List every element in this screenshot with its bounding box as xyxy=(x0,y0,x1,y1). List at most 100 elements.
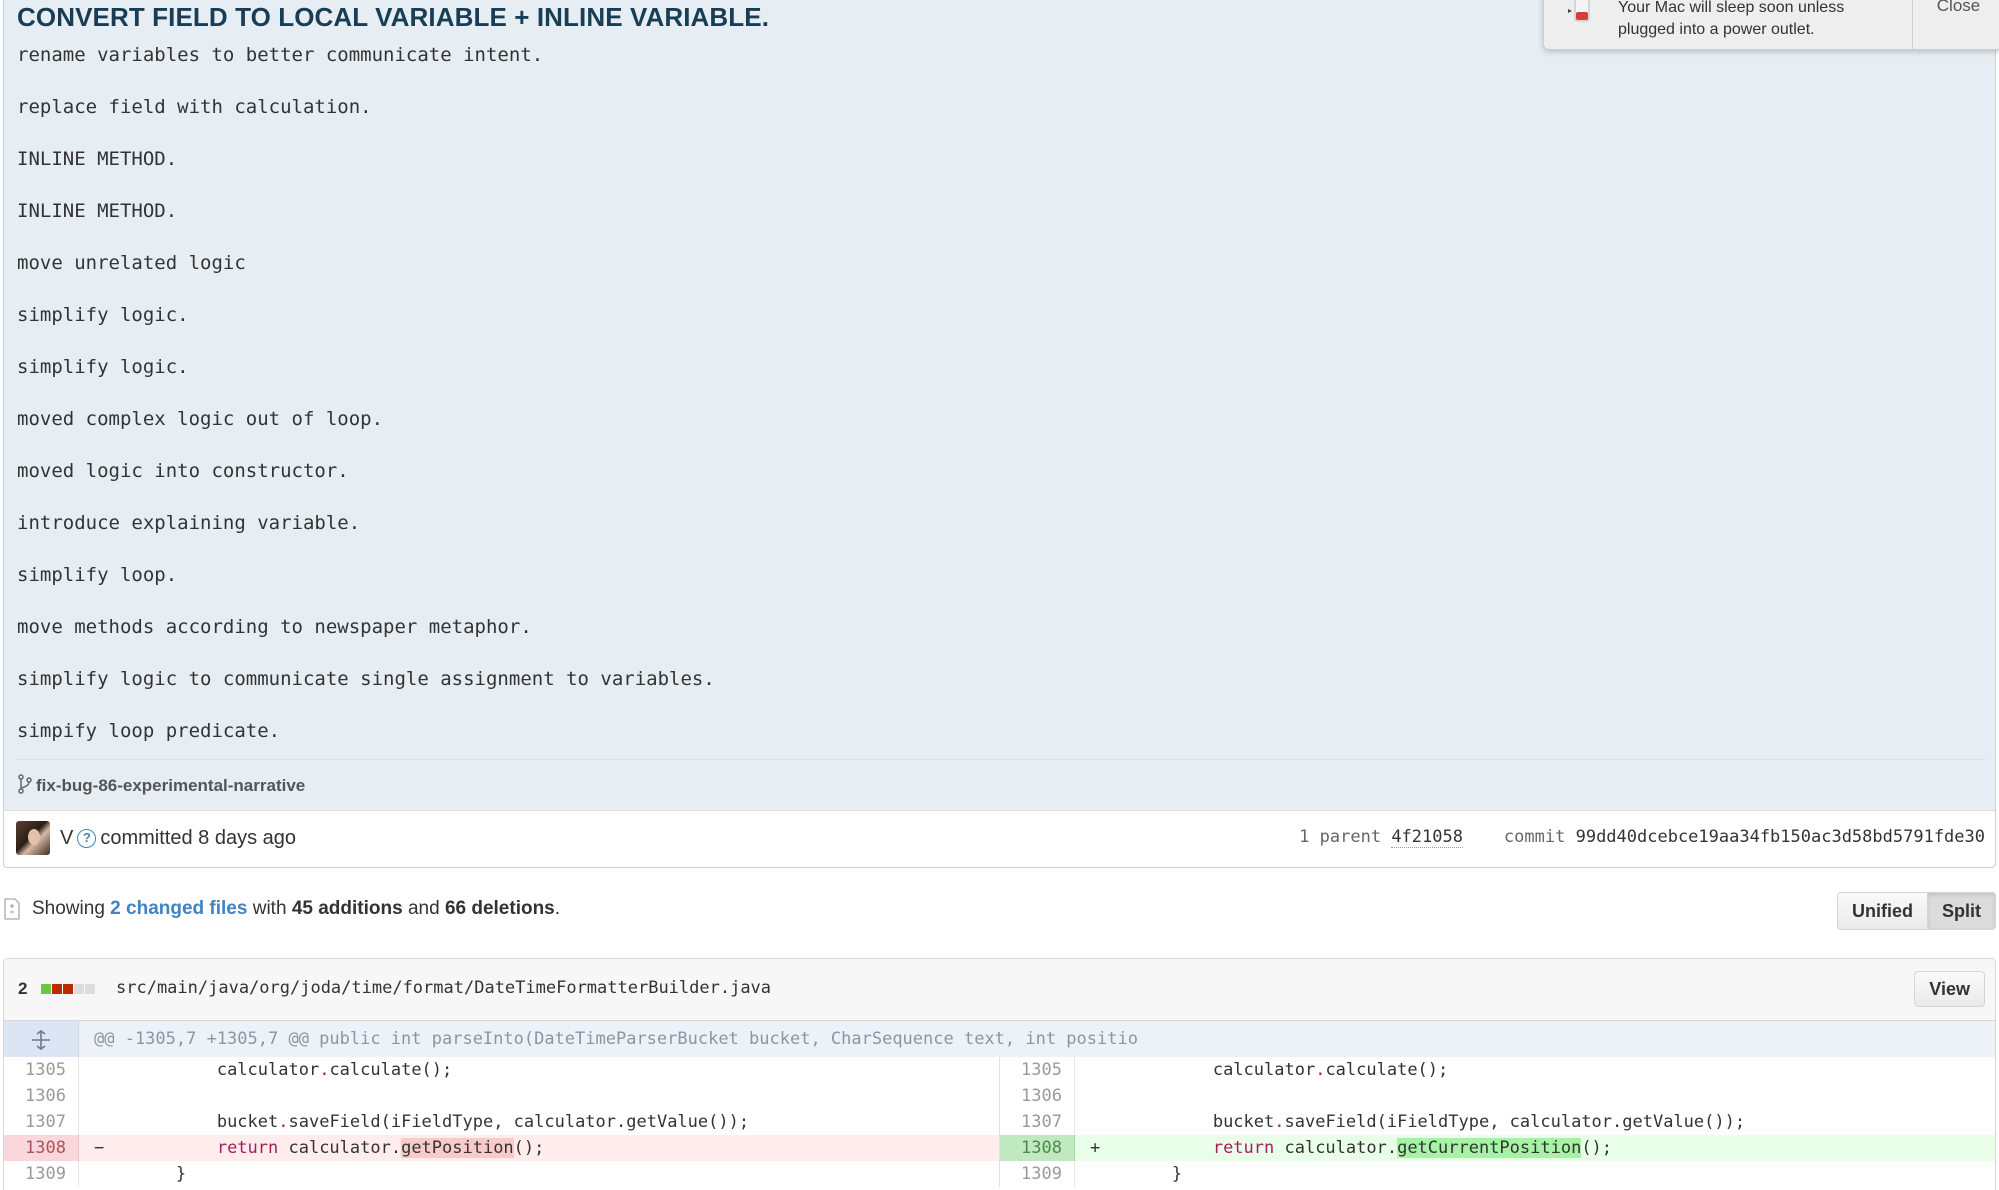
commit-line: move methods according to newspaper meta… xyxy=(17,616,532,638)
code-token: (); xyxy=(513,1138,545,1158)
diffstat-bar xyxy=(41,984,95,994)
view-file-button[interactable]: View xyxy=(1914,971,1985,1007)
line-number[interactable]: 1305 xyxy=(1000,1057,1075,1083)
help-icon[interactable]: ? xyxy=(77,829,97,848)
diff-right-cell: 1306 xyxy=(1000,1083,1995,1109)
code-token: (); xyxy=(1581,1138,1613,1158)
parent-label: 1 parent xyxy=(1299,827,1382,847)
commit-line: simpify loop predicate. xyxy=(17,720,281,742)
line-number[interactable]: 1305 xyxy=(4,1057,79,1083)
code-token: calculate(); xyxy=(1325,1060,1449,1080)
commit-line: moved complex logic out of loop. xyxy=(17,408,384,430)
code-line: calculator.calculate(); xyxy=(1212,1060,1449,1080)
branch-label: fix-bug-86-experimental-narrative xyxy=(36,776,306,795)
summary-with: with xyxy=(252,898,287,919)
diff-row: 1309 } 1309 } xyxy=(4,1161,1995,1187)
commit-line: simplify logic. xyxy=(17,356,189,378)
code-line: return calculator.getPosition(); xyxy=(94,1135,544,1161)
commit-label: commit xyxy=(1503,827,1566,847)
diff-row: 1307 bucket.saveField(iFieldType, calcul… xyxy=(4,1109,1995,1135)
code-line: return calculator.getCurrentPosition(); xyxy=(1090,1135,1612,1161)
commit-line: INLINE METHOD. xyxy=(17,200,178,222)
notification-text: Your Mac will sleep soon unless plugged … xyxy=(1618,0,1845,38)
commit-line: simplify loop. xyxy=(17,564,178,586)
split-button[interactable]: Split xyxy=(1928,892,1996,930)
battery-notification[interactable]: Your Mac will sleep soon unless plugged … xyxy=(1543,0,1999,50)
summary-period: . xyxy=(554,898,561,919)
line-number[interactable]: 1309 xyxy=(4,1161,79,1187)
diff-row: 1305 calculator.calculate(); 1305 calcul… xyxy=(4,1057,1995,1083)
diff-deletion-cell: 1308 − return calculator.getPosition(); xyxy=(4,1135,1000,1161)
author-name[interactable]: V xyxy=(60,827,73,849)
commit-line: INLINE METHOD. xyxy=(17,148,178,170)
commit-line: introduce explaining variable. xyxy=(17,512,361,534)
additions-count: 45 additions xyxy=(291,898,403,919)
code-token: calculate(); xyxy=(329,1060,453,1080)
changed-files-link[interactable]: 2 changed files xyxy=(110,898,247,919)
notification-close-button[interactable]: Close xyxy=(1912,0,1999,49)
code-token: calculator. xyxy=(278,1138,402,1158)
diff-row: 1306 1306 xyxy=(4,1083,1995,1109)
battery-icon xyxy=(1568,0,1590,22)
commit-line: rename variables to better communicate i… xyxy=(17,44,544,66)
code-token: calculator xyxy=(216,1060,320,1080)
code-token: calculator xyxy=(1212,1060,1316,1080)
line-number[interactable]: 1308 xyxy=(4,1135,79,1161)
unified-button[interactable]: Unified xyxy=(1837,892,1928,930)
code-line: } xyxy=(1090,1161,1182,1187)
code-line: bucket.saveField(iFieldType, calculator.… xyxy=(1212,1112,1746,1132)
code-token: saveField(iFieldType, calculator.getValu… xyxy=(1284,1112,1746,1132)
highlighted-addition: getCurrentPosition xyxy=(1397,1138,1582,1158)
code-line: bucket.saveField(iFieldType, calculator.… xyxy=(216,1112,750,1132)
diff-left-cell: 1306 xyxy=(4,1083,1000,1109)
code-line: calculator.calculate(); xyxy=(216,1060,453,1080)
code-token: return xyxy=(1212,1138,1275,1158)
line-number[interactable]: 1307 xyxy=(1000,1109,1075,1135)
summary-showing: Showing xyxy=(32,898,105,919)
code-token: bucket xyxy=(216,1112,279,1132)
file-diff-icon xyxy=(4,898,20,920)
line-number[interactable]: 1306 xyxy=(4,1083,79,1109)
code-token: return xyxy=(216,1138,279,1158)
commit-line: simplify logic to communicate single ass… xyxy=(17,668,715,690)
commit-message-box: CONVERT FIELD TO LOCAL VARIABLE + INLINE… xyxy=(3,0,1996,868)
line-number[interactable]: 1307 xyxy=(4,1109,79,1135)
file-diff: 2 src/main/java/org/joda/time/format/Dat… xyxy=(3,958,1996,1190)
branch-name[interactable]: fix-bug-86-experimental-narrative xyxy=(18,772,305,800)
diff-right-cell: 1305 calculator.calculate(); xyxy=(1000,1057,1995,1083)
commit-line: moved logic into constructor. xyxy=(17,460,349,482)
author-line: V? committed 8 days ago xyxy=(60,826,296,850)
diff-view-toggle: Unified Split xyxy=(1837,892,1996,930)
diff-left-cell: 1307 bucket.saveField(iFieldType, calcul… xyxy=(4,1109,1000,1135)
line-number[interactable]: 1309 xyxy=(1000,1161,1075,1187)
diff-right-cell: 1307 bucket.saveField(iFieldType, calcul… xyxy=(1000,1109,1995,1135)
expand-button[interactable] xyxy=(4,1021,79,1057)
file-path[interactable]: src/main/java/org/joda/time/format/DateT… xyxy=(116,978,771,998)
diff-summary: Showing 2 changed files with 45 addition… xyxy=(32,898,560,920)
line-number[interactable]: 1308 xyxy=(1000,1135,1075,1161)
divider xyxy=(17,759,1985,760)
code-token: } xyxy=(1171,1164,1183,1184)
diff-left-cell: 1309 } xyxy=(4,1161,1000,1187)
file-change-count: 2 xyxy=(18,979,28,998)
diff-right-cell: 1309 } xyxy=(1000,1161,1995,1187)
code-token: saveField(iFieldType, calculator.getValu… xyxy=(288,1112,750,1132)
commit-line: replace field with calculation. xyxy=(17,96,372,118)
commit-meta: V? committed 8 days ago 1 parent 4f21058 … xyxy=(4,810,1995,867)
avatar[interactable] xyxy=(16,821,50,855)
expand-icon xyxy=(32,1030,50,1050)
diff-table: @@ -1305,7 +1305,7 @@ public int parseIn… xyxy=(4,1021,1995,1187)
code-token: calculator. xyxy=(1274,1138,1398,1158)
line-number[interactable]: 1306 xyxy=(1000,1083,1075,1109)
commit-description: rename variables to better communicate i… xyxy=(17,40,715,768)
code-line: } xyxy=(94,1161,186,1187)
parent-sha-link[interactable]: 4f21058 xyxy=(1391,827,1463,848)
file-header: 2 src/main/java/org/joda/time/format/Dat… xyxy=(4,959,1995,1021)
diff-left-cell: 1305 calculator.calculate(); xyxy=(4,1057,1000,1083)
commit-line: move unrelated logic xyxy=(17,252,246,274)
code-token: bucket xyxy=(1212,1112,1275,1132)
commit-sha[interactable]: 99dd40dcebce19aa34fb150ac3d58bd5791fde30 xyxy=(1576,827,1985,847)
deletions-count: 66 deletions xyxy=(444,898,555,919)
branch-icon xyxy=(18,774,32,794)
commit-shas: 1 parent 4f21058 commit 99dd40dcebce19aa… xyxy=(1299,827,1985,848)
